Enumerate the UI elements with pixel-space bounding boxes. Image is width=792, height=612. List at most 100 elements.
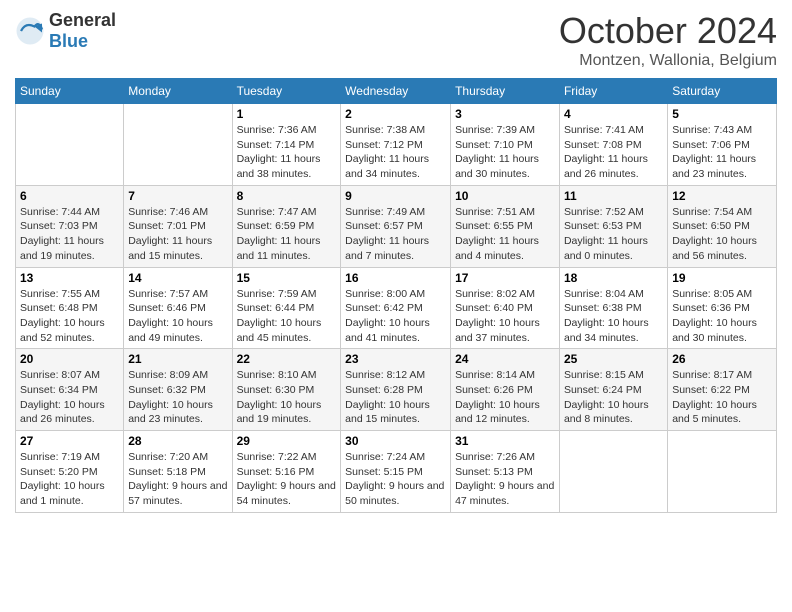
calendar-week-5: 27 Sunrise: 7:19 AMSunset: 5:20 PMDayligh… <box>16 431 777 513</box>
day-number: 10 <box>455 189 555 203</box>
calendar-header-row: SundayMondayTuesdayWednesdayThursdayFrid… <box>16 79 777 104</box>
calendar-cell <box>124 104 232 186</box>
calendar-week-1: 1 Sunrise: 7:36 AMSunset: 7:14 PMDaylight… <box>16 104 777 186</box>
day-info: Sunrise: 8:14 AMSunset: 6:26 PMDaylight:… <box>455 368 555 427</box>
logo-icon <box>15 16 45 46</box>
day-info: Sunrise: 7:41 AMSunset: 7:08 PMDaylight:… <box>564 123 663 182</box>
day-number: 20 <box>20 352 119 366</box>
day-number: 8 <box>237 189 337 203</box>
calendar-cell: 6 Sunrise: 7:44 AMSunset: 7:03 PMDaylight… <box>16 185 124 267</box>
day-info: Sunrise: 8:09 AMSunset: 6:32 PMDaylight:… <box>128 368 227 427</box>
logo-blue: Blue <box>49 31 88 51</box>
day-info: Sunrise: 7:59 AMSunset: 6:44 PMDaylight:… <box>237 287 337 346</box>
calendar-cell: 10 Sunrise: 7:51 AMSunset: 6:55 PMDayligh… <box>451 185 560 267</box>
day-header-tuesday: Tuesday <box>232 79 341 104</box>
calendar-cell: 18Sunrise: 8:04 AMSunset: 6:38 PMDayligh… <box>559 267 667 349</box>
calendar-cell: 20 Sunrise: 8:07 AMSunset: 6:34 PMDayligh… <box>16 349 124 431</box>
day-number: 30 <box>345 434 446 448</box>
day-info: Sunrise: 7:43 AMSunset: 7:06 PMDaylight:… <box>672 123 772 182</box>
day-info: Sunrise: 7:36 AMSunset: 7:14 PMDaylight:… <box>237 123 337 182</box>
day-info: Sunrise: 8:05 AMSunset: 6:36 PMDaylight:… <box>672 287 772 346</box>
calendar-table: SundayMondayTuesdayWednesdayThursdayFrid… <box>15 78 777 513</box>
day-info: Sunrise: 7:19 AMSunset: 5:20 PMDaylight:… <box>20 450 119 509</box>
day-info: Sunrise: 8:02 AMSunset: 6:40 PMDaylight:… <box>455 287 555 346</box>
calendar-cell: 5 Sunrise: 7:43 AMSunset: 7:06 PMDaylight… <box>668 104 777 186</box>
calendar-week-3: 13 Sunrise: 7:55 AMSunset: 6:48 PMDayligh… <box>16 267 777 349</box>
day-number: 22 <box>237 352 337 366</box>
day-info: Sunrise: 7:49 AMSunset: 6:57 PMDaylight:… <box>345 205 446 264</box>
calendar-cell: 7 Sunrise: 7:46 AMSunset: 7:01 PMDaylight… <box>124 185 232 267</box>
day-number: 5 <box>672 107 772 121</box>
day-number: 14 <box>128 271 227 285</box>
day-number: 31 <box>455 434 555 448</box>
location-subtitle: Montzen, Wallonia, Belgium <box>559 52 777 70</box>
day-header-friday: Friday <box>559 79 667 104</box>
day-number: 1 <box>237 107 337 121</box>
calendar-cell <box>16 104 124 186</box>
calendar-cell <box>559 431 667 513</box>
day-info: Sunrise: 7:22 AMSunset: 5:16 PMDaylight:… <box>237 450 337 509</box>
day-number: 24 <box>455 352 555 366</box>
day-info: Sunrise: 8:12 AMSunset: 6:28 PMDaylight:… <box>345 368 446 427</box>
calendar-cell: 16 Sunrise: 8:00 AMSunset: 6:42 PMDayligh… <box>341 267 451 349</box>
day-info: Sunrise: 8:17 AMSunset: 6:22 PMDaylight:… <box>672 368 772 427</box>
calendar-cell: 23 Sunrise: 8:12 AMSunset: 6:28 PMDayligh… <box>341 349 451 431</box>
day-number: 2 <box>345 107 446 121</box>
month-title: October 2024 <box>559 10 777 52</box>
calendar-cell: 13 Sunrise: 7:55 AMSunset: 6:48 PMDayligh… <box>16 267 124 349</box>
logo-text: General Blue <box>49 10 116 52</box>
calendar-cell: 4Sunrise: 7:41 AMSunset: 7:08 PMDaylight… <box>559 104 667 186</box>
day-info: Sunrise: 7:20 AMSunset: 5:18 PMDaylight:… <box>128 450 227 509</box>
day-number: 6 <box>20 189 119 203</box>
calendar-cell: 2Sunrise: 7:38 AMSunset: 7:12 PMDaylight… <box>341 104 451 186</box>
day-number: 21 <box>128 352 227 366</box>
day-info: Sunrise: 8:15 AMSunset: 6:24 PMDaylight:… <box>564 368 663 427</box>
title-section: October 2024 Montzen, Wallonia, Belgium <box>559 10 777 70</box>
calendar-cell: 19 Sunrise: 8:05 AMSunset: 6:36 PMDayligh… <box>668 267 777 349</box>
calendar-cell: 17 Sunrise: 8:02 AMSunset: 6:40 PMDayligh… <box>451 267 560 349</box>
day-info: Sunrise: 7:46 AMSunset: 7:01 PMDaylight:… <box>128 205 227 264</box>
calendar-cell: 22 Sunrise: 8:10 AMSunset: 6:30 PMDayligh… <box>232 349 341 431</box>
day-header-sunday: Sunday <box>16 79 124 104</box>
day-info: Sunrise: 7:51 AMSunset: 6:55 PMDaylight:… <box>455 205 555 264</box>
calendar-cell: 28Sunrise: 7:20 AMSunset: 5:18 PMDayligh… <box>124 431 232 513</box>
page-container: General Blue October 2024 Montzen, Wallo… <box>0 0 792 523</box>
day-info: Sunrise: 7:54 AMSunset: 6:50 PMDaylight:… <box>672 205 772 264</box>
day-header-thursday: Thursday <box>451 79 560 104</box>
calendar-week-4: 20 Sunrise: 8:07 AMSunset: 6:34 PMDayligh… <box>16 349 777 431</box>
day-number: 11 <box>564 189 663 203</box>
calendar-week-2: 6 Sunrise: 7:44 AMSunset: 7:03 PMDaylight… <box>16 185 777 267</box>
calendar-cell: 26Sunrise: 8:17 AMSunset: 6:22 PMDayligh… <box>668 349 777 431</box>
day-info: Sunrise: 7:39 AMSunset: 7:10 PMDaylight:… <box>455 123 555 182</box>
header: General Blue October 2024 Montzen, Wallo… <box>15 10 777 70</box>
calendar-cell: 21 Sunrise: 8:09 AMSunset: 6:32 PMDayligh… <box>124 349 232 431</box>
calendar-cell: 31Sunrise: 7:26 AMSunset: 5:13 PMDayligh… <box>451 431 560 513</box>
calendar-cell: 8Sunrise: 7:47 AMSunset: 6:59 PMDaylight… <box>232 185 341 267</box>
day-number: 16 <box>345 271 446 285</box>
day-info: Sunrise: 7:55 AMSunset: 6:48 PMDaylight:… <box>20 287 119 346</box>
day-number: 25 <box>564 352 663 366</box>
day-number: 23 <box>345 352 446 366</box>
calendar-cell: 9Sunrise: 7:49 AMSunset: 6:57 PMDaylight… <box>341 185 451 267</box>
logo: General Blue <box>15 10 116 52</box>
day-number: 3 <box>455 107 555 121</box>
day-number: 17 <box>455 271 555 285</box>
calendar-cell: 14Sunrise: 7:57 AMSunset: 6:46 PMDayligh… <box>124 267 232 349</box>
day-number: 13 <box>20 271 119 285</box>
day-number: 27 <box>20 434 119 448</box>
day-number: 7 <box>128 189 227 203</box>
calendar-cell: 30 Sunrise: 7:24 AMSunset: 5:15 PMDayligh… <box>341 431 451 513</box>
day-info: Sunrise: 8:00 AMSunset: 6:42 PMDaylight:… <box>345 287 446 346</box>
day-info: Sunrise: 8:10 AMSunset: 6:30 PMDaylight:… <box>237 368 337 427</box>
day-header-wednesday: Wednesday <box>341 79 451 104</box>
calendar-cell: 3 Sunrise: 7:39 AMSunset: 7:10 PMDaylight… <box>451 104 560 186</box>
day-info: Sunrise: 7:44 AMSunset: 7:03 PMDaylight:… <box>20 205 119 264</box>
day-number: 15 <box>237 271 337 285</box>
calendar-cell <box>668 431 777 513</box>
day-info: Sunrise: 8:07 AMSunset: 6:34 PMDaylight:… <box>20 368 119 427</box>
day-info: Sunrise: 7:24 AMSunset: 5:15 PMDaylight:… <box>345 450 446 509</box>
day-number: 19 <box>672 271 772 285</box>
logo-general: General <box>49 10 116 30</box>
day-info: Sunrise: 7:52 AMSunset: 6:53 PMDaylight:… <box>564 205 663 264</box>
calendar-cell: 27 Sunrise: 7:19 AMSunset: 5:20 PMDayligh… <box>16 431 124 513</box>
